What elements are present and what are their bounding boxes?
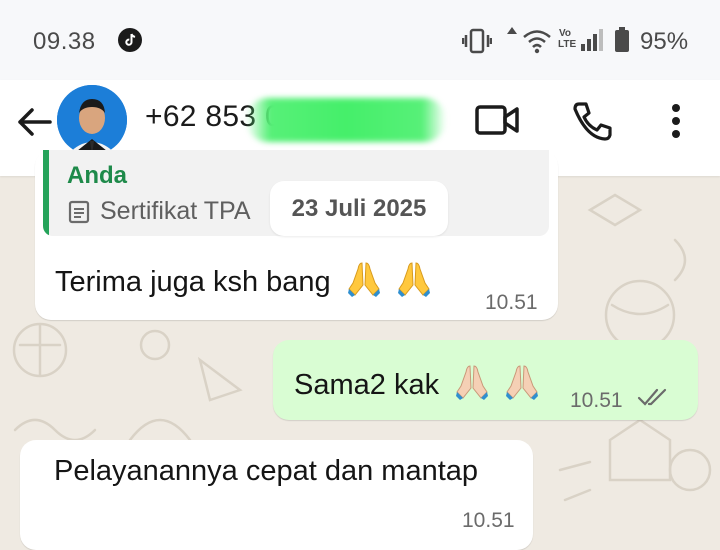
- folded-hands-emoji: [506, 365, 539, 400]
- signal-icon: [581, 29, 603, 51]
- message-body: Terima juga ksh bang: [55, 266, 331, 298]
- folded-hands-emoji: [347, 262, 380, 297]
- document-icon: [68, 200, 90, 224]
- message-text: Sama2 kak: [294, 364, 539, 402]
- quote-text: Sertifikat TPA: [100, 197, 251, 225]
- message-text: Pelayanannya cepat dan mantap: [54, 455, 479, 487]
- battery-icon: [615, 27, 629, 52]
- status-time: 09.38: [33, 28, 96, 55]
- incoming-message[interactable]: Pelayanannya cepat dan mantap 10.51: [20, 440, 533, 550]
- quote-author: Anda: [67, 162, 127, 189]
- date-chip: 23 Juli 2025: [270, 181, 448, 236]
- folded-hands-emoji: [397, 262, 430, 297]
- message-time: 10.51: [462, 509, 515, 532]
- avatar[interactable]: [57, 85, 127, 155]
- data-arrow-icon: [507, 27, 517, 34]
- message-time: 10.51: [485, 291, 538, 314]
- wifi-icon: [523, 30, 551, 54]
- back-arrow-icon[interactable]: [14, 102, 54, 142]
- message-text: Terima juga ksh bang: [55, 261, 431, 299]
- tiktok-icon: [118, 28, 142, 52]
- more-menu-icon[interactable]: [664, 100, 688, 142]
- message-time: 10.51: [570, 389, 623, 412]
- message-body: Sama2 kak: [294, 369, 440, 401]
- status-bar: 09.38 Vo LTE 95%: [0, 0, 720, 80]
- voice-call-icon[interactable]: [570, 100, 612, 142]
- video-call-icon[interactable]: [475, 102, 519, 138]
- privacy-mask: [246, 98, 446, 142]
- quote-accent-bar: [43, 150, 49, 236]
- folded-hands-emoji: [456, 365, 489, 400]
- read-ticks-icon: [637, 388, 667, 406]
- avatar-photo: [57, 85, 127, 155]
- volte-icon: Vo LTE: [558, 28, 577, 50]
- outgoing-message[interactable]: Sama2 kak 10.51: [273, 340, 698, 420]
- vibrate-icon: [462, 28, 492, 54]
- battery-percentage: 95%: [640, 28, 689, 55]
